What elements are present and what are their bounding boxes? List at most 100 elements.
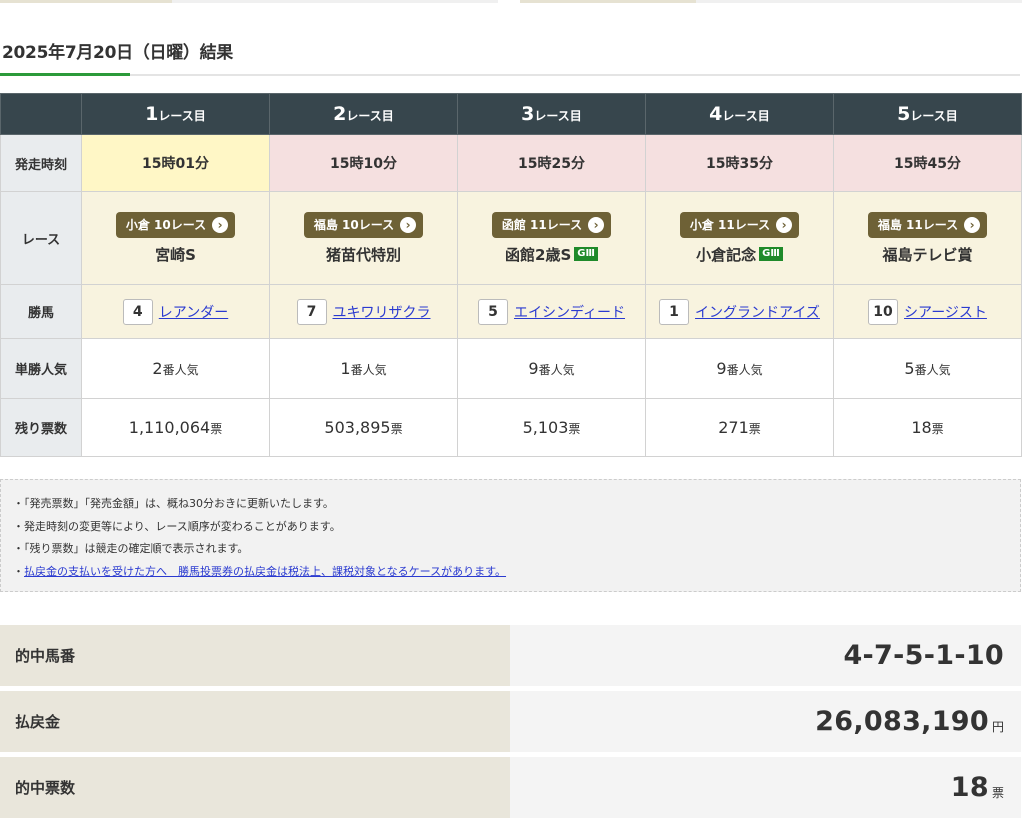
winner-cell: 4 レアンダー xyxy=(81,284,270,339)
popularity-value: 9 xyxy=(716,359,727,378)
race-suffix: レース目 xyxy=(158,109,206,123)
ticket-unit: 票 xyxy=(991,786,1004,800)
race-suffix: レース目 xyxy=(910,109,958,123)
horse-number-badge: 1 xyxy=(659,298,690,325)
race-name-wrap: 小倉記念 GⅢ xyxy=(646,244,833,265)
race-number: 3 xyxy=(521,103,535,125)
popularity-suffix: 番人気 xyxy=(914,363,951,377)
winner-cell: 10 シアージスト xyxy=(833,284,1022,339)
horse-number-badge: 5 xyxy=(477,298,508,325)
winning-tickets-value: 18 xyxy=(950,772,989,803)
row-header-winner: 勝馬 xyxy=(0,284,82,339)
winning-numbers-value: 4-7-5-1-10 xyxy=(843,640,1004,671)
popularity-cell: 5番人気 xyxy=(833,338,1022,399)
race-suffix: レース目 xyxy=(346,109,394,123)
start-time: 15時10分 xyxy=(269,134,458,192)
race-info-cell: 函館 11レース › 函館2歳S GⅢ xyxy=(457,191,646,285)
venue-race-button[interactable]: 小倉 10レース › xyxy=(115,211,236,238)
note-item: ・「残り票数」は競走の確定順で表示されます。 xyxy=(13,538,1020,561)
horse-name-link[interactable]: イングランドアイズ xyxy=(695,302,820,322)
winner-cell: 1 イングランドアイズ xyxy=(645,284,834,339)
race-name-wrap: 宮崎S xyxy=(82,244,269,265)
start-time-row: 発走時刻 15時01分 15時10分 15時25分 15時35分 15時45分 xyxy=(0,134,1022,192)
race-name: 函館2歳S xyxy=(505,245,572,264)
remaining-value: 5,103 xyxy=(522,418,569,437)
tab-indicator xyxy=(172,0,498,3)
winning-tickets-cell: 18 票 xyxy=(510,757,1021,818)
venue-race-button[interactable]: 福島 11レース › xyxy=(867,211,988,238)
chevron-right-icon: › xyxy=(212,216,229,233)
remaining-cell: 271票 xyxy=(645,398,834,457)
row-header-popularity: 単勝人気 xyxy=(0,338,82,399)
race-info-cell: 福島 11レース › 福島テレビ賞 xyxy=(833,191,1022,285)
popularity-cell: 1番人気 xyxy=(269,338,458,399)
popularity-row: 単勝人気 2番人気 1番人気 9番人気 9番人気 5番人気 xyxy=(0,338,1022,399)
title-section: 2025年7月20日（日曜）結果 xyxy=(0,38,1020,76)
popularity-value: 1 xyxy=(340,359,351,378)
horse-name-link[interactable]: レアンダー xyxy=(159,302,228,322)
start-time: 15時01分 xyxy=(81,134,270,192)
horse-number-badge: 10 xyxy=(868,298,899,325)
start-time: 15時25分 xyxy=(457,134,646,192)
venue-race-label: 函館 11レース xyxy=(501,218,583,232)
race-suffix: レース目 xyxy=(534,109,582,123)
bullet: ・ xyxy=(13,542,24,555)
start-time: 15時45分 xyxy=(833,134,1022,192)
horse-name-link[interactable]: エイシンディード xyxy=(514,302,625,322)
race-name: 小倉記念 xyxy=(696,245,757,264)
race-header: 2レース目 xyxy=(269,93,458,135)
chevron-right-icon: › xyxy=(400,216,417,233)
remaining-cell: 5,103票 xyxy=(457,398,646,457)
note-text: 発走時刻の変更等により、レース順序が変わることがあります。 xyxy=(24,519,341,533)
venue-race-button[interactable]: 小倉 11レース › xyxy=(679,211,800,238)
grade-badge: GⅢ xyxy=(759,247,783,261)
horse-name-link[interactable]: シアージスト xyxy=(904,302,987,322)
grade-badge: GⅢ xyxy=(574,247,598,261)
bullet: ・ xyxy=(13,519,24,533)
race-number: 1 xyxy=(145,103,159,125)
horse-number-badge: 4 xyxy=(122,298,153,325)
note-text: 「発売票数」「発売金額」は、概ね30分おきに更新いたします。 xyxy=(24,497,334,510)
winner-cell: 5 エイシンディード xyxy=(457,284,646,339)
horse-name-link[interactable]: ユキワリザクラ xyxy=(333,302,431,322)
winning-numbers-row: 的中馬番 4-7-5-1-10 xyxy=(0,625,1021,686)
race-header-row: 1レース目 2レース目 3レース目 4レース目 5レース目 xyxy=(0,93,1022,135)
venue-race-label: 小倉 10レース xyxy=(125,218,207,232)
venue-race-label: 福島 10レース xyxy=(313,218,395,232)
ticket-unit: 票 xyxy=(390,422,403,436)
venue-race-button[interactable]: 函館 11レース › xyxy=(491,211,612,238)
race-name: 宮崎S xyxy=(155,245,196,264)
tax-notice-link[interactable]: 払戻金の支払いを受けた方へ 勝馬投票券の払戻金は税法上、課税対象となるケースがあ… xyxy=(24,565,506,578)
bullet: ・ xyxy=(13,497,24,510)
ticket-unit: 票 xyxy=(210,422,223,436)
race-name-wrap: 猪苗代特別 xyxy=(270,244,457,265)
popularity-suffix: 番人気 xyxy=(162,363,199,377)
note-item: ・払戻金の支払いを受けた方へ 勝馬投票券の払戻金は税法上、課税対象となるケースが… xyxy=(13,561,1020,584)
chevron-right-icon: › xyxy=(588,216,605,233)
remaining-cell: 503,895票 xyxy=(269,398,458,457)
tab-indicator xyxy=(520,0,696,3)
race-name-wrap: 福島テレビ賞 xyxy=(834,244,1021,265)
race-name: 福島テレビ賞 xyxy=(882,245,973,264)
race-header: 3レース目 xyxy=(457,93,646,135)
row-header-start-time: 発走時刻 xyxy=(0,134,82,192)
bullet: ・ xyxy=(13,564,24,578)
popularity-cell: 9番人気 xyxy=(457,338,646,399)
payout-cell: 26,083,190 円 xyxy=(510,691,1021,752)
venue-race-label: 小倉 11レース xyxy=(689,218,771,232)
race-info-cell: 福島 10レース › 猪苗代特別 xyxy=(269,191,458,285)
remaining-cell: 18票 xyxy=(833,398,1022,457)
race-number: 5 xyxy=(897,103,911,125)
race-info-cell: 小倉 10レース › 宮崎S xyxy=(81,191,270,285)
ticket-unit: 票 xyxy=(748,422,761,436)
ticket-unit: 票 xyxy=(931,422,944,436)
payout-row: 払戻金 26,083,190 円 xyxy=(0,691,1021,752)
venue-race-button[interactable]: 福島 10レース › xyxy=(303,211,424,238)
popularity-suffix: 番人気 xyxy=(350,363,387,377)
remaining-value: 18 xyxy=(911,418,932,437)
page-title: 2025年7月20日（日曜）結果 xyxy=(2,43,234,63)
race-header: 1レース目 xyxy=(81,93,270,135)
race-info-row: レース 小倉 10レース › 宮崎S 福島 10レース › 猪苗代特別 函館 11レ… xyxy=(0,191,1022,285)
notes-box: ・「発売票数」「発売金額」は、概ね30分おきに更新いたします。 ・発走時刻の変更… xyxy=(0,479,1021,592)
ticket-unit: 票 xyxy=(568,422,581,436)
